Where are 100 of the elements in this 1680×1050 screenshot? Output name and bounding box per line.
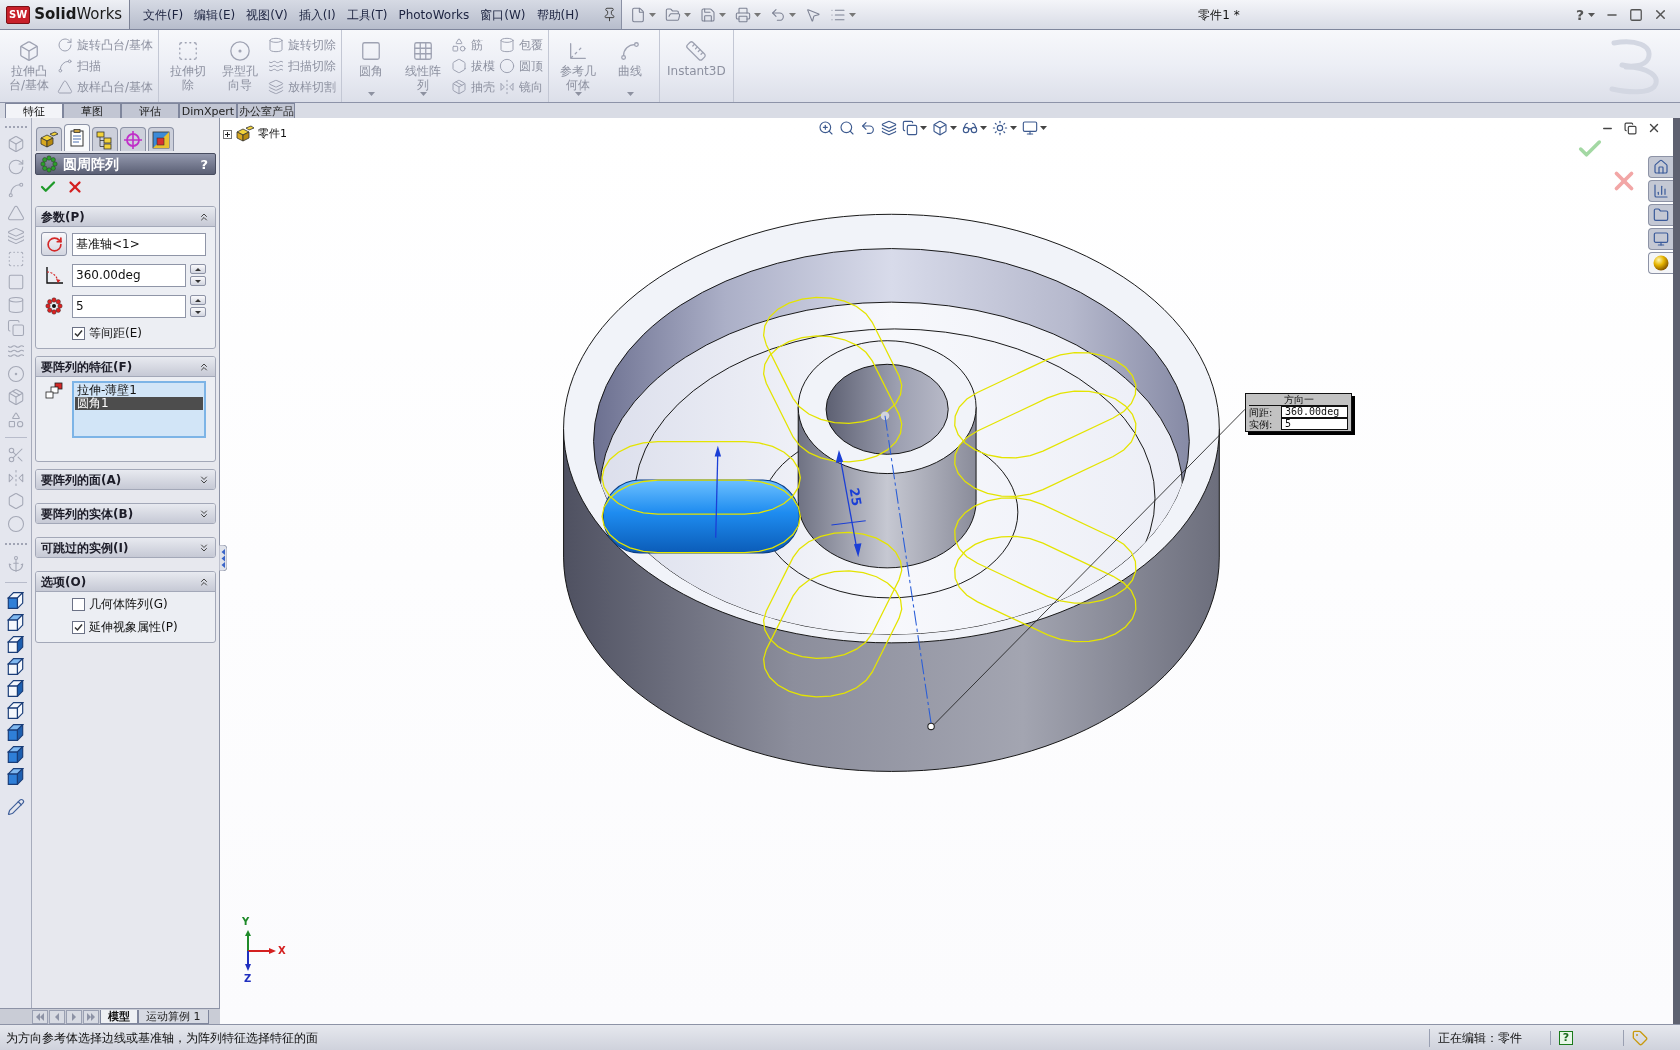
group-header[interactable]: 参数(P) <box>36 207 215 226</box>
menu-item[interactable]: 文件(F) <box>138 5 189 24</box>
command-tab[interactable]: 评估 <box>121 103 179 118</box>
manager-tab[interactable] <box>148 127 174 151</box>
glasses-icon[interactable] <box>962 120 978 136</box>
view-cube-icon[interactable] <box>7 724 24 741</box>
view-cube-icon[interactable] <box>7 658 24 675</box>
monitor-icon[interactable] <box>1022 120 1038 136</box>
view-cube-icon[interactable] <box>7 768 24 785</box>
caret-down-icon <box>574 92 582 96</box>
angle-field[interactable]: 360.00deg <box>72 263 186 287</box>
caret-down-icon[interactable] <box>980 126 987 130</box>
spin-up-button[interactable] <box>190 295 206 305</box>
bottom-tab[interactable]: 运动算例 1 <box>138 1010 209 1024</box>
menu-item[interactable]: 视图(V) <box>241 5 293 24</box>
caret-down-icon[interactable] <box>1040 126 1047 130</box>
printer-icon[interactable] <box>735 6 751 23</box>
menu-item[interactable]: 窗口(W) <box>475 5 531 24</box>
spin-down-button[interactable] <box>190 276 206 286</box>
view-cube-icon[interactable] <box>7 702 24 719</box>
reverse-direction-button[interactable] <box>41 232 67 256</box>
checkbox-label[interactable]: 延伸视象属性(P) <box>89 618 178 636</box>
manager-tab[interactable] <box>36 127 62 151</box>
list-item[interactable]: 拉伸-薄壁1 <box>75 384 203 397</box>
group-header[interactable]: 选项(O) <box>36 572 215 591</box>
callout-value[interactable]: 360.00deg <box>1281 406 1348 418</box>
count-field[interactable]: 5 <box>72 294 186 318</box>
group-header[interactable]: 要阵列的面(A) <box>36 470 215 489</box>
menu-item[interactable]: PhotoWorks <box>393 5 475 24</box>
pencil-icon[interactable] <box>6 798 25 816</box>
app-logo[interactable]: SW <box>6 5 31 24</box>
list-item[interactable]: 圆角1 <box>75 397 203 410</box>
feature-list[interactable]: 拉伸-薄壁1 圆角1 <box>72 381 206 438</box>
help-button[interactable]: ? <box>200 156 211 172</box>
layers-icon[interactable] <box>881 120 897 136</box>
close-icon[interactable] <box>1653 7 1668 22</box>
view-cube-icon[interactable] <box>7 746 24 763</box>
task-pane-tab[interactable] <box>1648 252 1673 274</box>
close-icon[interactable] <box>1647 121 1661 135</box>
curve-icon <box>57 58 73 74</box>
manager-tab[interactable] <box>120 127 146 151</box>
sun-icon[interactable] <box>992 120 1008 136</box>
expand-icon[interactable] <box>223 129 232 139</box>
view-cube-icon[interactable] <box>7 592 24 609</box>
zoom-in-icon[interactable] <box>818 120 834 136</box>
command-tab[interactable]: DimXpert <box>179 103 237 118</box>
pointer-icon[interactable] <box>805 6 821 23</box>
checkbox-label[interactable]: 几何体阵列(G) <box>89 595 168 613</box>
command-tab[interactable]: 草图 <box>63 103 121 118</box>
checkbox-label[interactable]: 等间距(E) <box>89 324 142 342</box>
maximize-icon[interactable] <box>1629 7 1643 22</box>
group-header[interactable]: 要阵列的特征(F) <box>36 357 215 376</box>
caret-down-icon[interactable] <box>1010 126 1017 130</box>
caret-down-icon[interactable] <box>950 126 957 130</box>
checkbox[interactable] <box>72 326 85 340</box>
save-icon[interactable] <box>700 6 716 23</box>
checkbox[interactable] <box>72 620 85 634</box>
view-cube-icon[interactable] <box>7 614 24 631</box>
menu-item[interactable]: 插入(I) <box>293 5 341 24</box>
tree-item[interactable]: 零件1 <box>258 125 287 143</box>
checkbox[interactable] <box>72 597 85 611</box>
spin-down-button[interactable] <box>190 307 206 317</box>
caret-down-icon[interactable] <box>1588 12 1595 17</box>
task-pane-tab[interactable] <box>1648 204 1673 226</box>
caret-down-icon[interactable] <box>920 126 927 130</box>
restore-icon[interactable] <box>1624 121 1637 135</box>
circle-dot-icon[interactable] <box>6 365 25 383</box>
command-tab[interactable]: 办公室产品 <box>237 103 295 118</box>
folder-icon[interactable] <box>665 6 681 23</box>
task-pane-tab[interactable] <box>1648 228 1673 250</box>
task-pane-tab[interactable] <box>1648 180 1673 202</box>
task-pane-tab[interactable] <box>1648 156 1673 178</box>
menu-item[interactable]: 工具(T) <box>341 5 393 24</box>
file-icon[interactable] <box>630 6 646 23</box>
collapse-handle-icon[interactable] <box>219 545 227 571</box>
group-header[interactable]: 要阵列的实体(B) <box>36 504 215 523</box>
callout-value[interactable]: 5 <box>1281 418 1348 430</box>
command-tab[interactable]: 特征 <box>5 103 63 118</box>
caret-down-icon <box>419 92 427 96</box>
help-button[interactable]: ? <box>1575 6 1584 23</box>
undo-icon[interactable] <box>770 6 786 23</box>
group-header[interactable]: 可跳过的实例(I) <box>36 538 215 557</box>
overlapping-squares-icon[interactable] <box>902 120 918 136</box>
manager-tab[interactable] <box>64 124 90 151</box>
menu-item[interactable]: 帮助(H) <box>531 5 584 24</box>
pin-icon[interactable] <box>602 7 617 22</box>
cross-icon[interactable] <box>66 178 84 196</box>
undo-arrow-icon[interactable] <box>860 120 876 136</box>
magnifier-icon[interactable] <box>839 120 855 136</box>
spin-up-button[interactable] <box>190 264 206 274</box>
cube-icon[interactable] <box>932 120 948 136</box>
graphics-area[interactable]: 零件1 方向一 间距: 360.00deg 实例: 5 25 Y X Z <box>220 118 1680 1024</box>
view-cube-icon[interactable] <box>7 636 24 653</box>
menu-item[interactable]: 编辑(E) <box>189 5 241 24</box>
manager-tab[interactable] <box>92 127 118 151</box>
ruler-icon <box>685 40 708 62</box>
bottom-tab[interactable]: 模型 <box>100 1010 138 1024</box>
help-button[interactable]: ? <box>1559 1030 1573 1045</box>
view-cube-icon[interactable] <box>7 680 24 697</box>
selection-field[interactable]: 基准轴<1> <box>72 232 206 256</box>
